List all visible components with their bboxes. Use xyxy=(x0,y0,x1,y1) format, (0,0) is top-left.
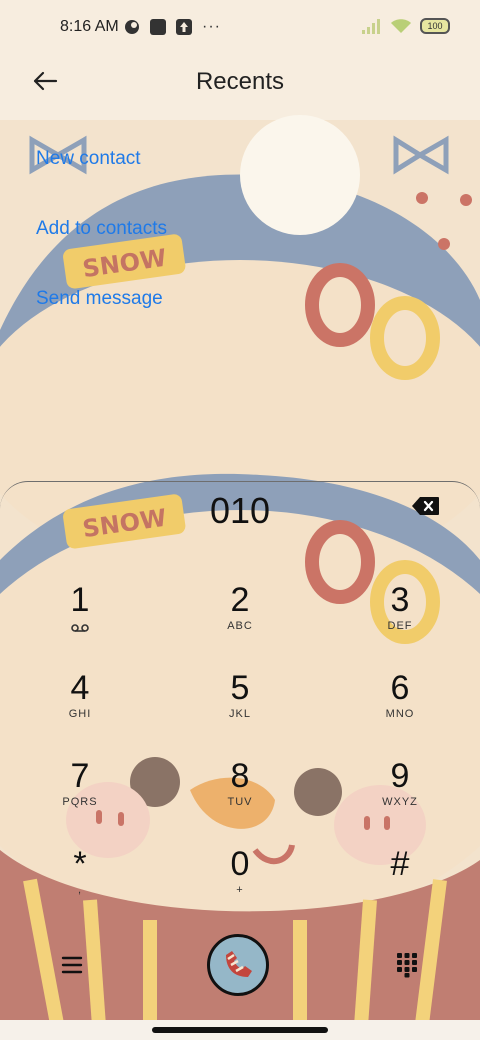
menu-icon xyxy=(61,956,83,974)
wifi-icon xyxy=(391,19,411,33)
key-1-digit: 1 xyxy=(70,581,90,619)
key-3-digit: 3 xyxy=(390,581,410,619)
key-0[interactable]: 0 + xyxy=(180,844,300,924)
key-8-digit: 8 xyxy=(230,757,250,795)
key-8-letters: TUV xyxy=(227,796,253,808)
more-notifications-icon: ··· xyxy=(202,18,221,35)
voicemail-icon xyxy=(71,624,89,632)
dialed-number: 010 xyxy=(209,490,271,531)
status-time: 8:16 AM xyxy=(60,18,119,35)
key-4-digit: 4 xyxy=(70,669,90,707)
key-0-letters: + xyxy=(236,884,244,896)
key-3-letters: DEF xyxy=(387,620,413,632)
key-hash[interactable]: # xyxy=(340,844,460,924)
key-0-digit: 0 xyxy=(230,845,250,883)
contact-actions: New contact Add to contacts Send message xyxy=(36,148,167,358)
key-2-letters: ABC xyxy=(227,620,253,632)
send-message-link[interactable]: Send message xyxy=(36,288,167,310)
key-6-digit: 6 xyxy=(390,669,410,707)
key-2-digit: 2 xyxy=(230,581,250,619)
keypad-toggle-button[interactable] xyxy=(396,952,418,978)
call-icon xyxy=(226,951,252,977)
key-2[interactable]: 2 ABC xyxy=(180,580,300,660)
backspace-button[interactable] xyxy=(412,496,440,516)
battery-icon: 100 xyxy=(420,18,450,34)
notification-icon xyxy=(150,19,166,35)
key-8[interactable]: 8 TUV xyxy=(180,756,300,836)
add-to-contacts-link[interactable]: Add to contacts xyxy=(36,218,167,240)
key-5[interactable]: 5 JKL xyxy=(180,668,300,748)
menu-button[interactable] xyxy=(60,954,84,976)
status-bar: 8:16 AM ··· 100 xyxy=(0,0,480,56)
call-button[interactable] xyxy=(207,934,269,996)
key-6[interactable]: 6 MNO xyxy=(340,668,460,748)
key-star-digit: * xyxy=(73,845,87,883)
page-title: Recents xyxy=(195,68,285,95)
key-3[interactable]: 3 DEF xyxy=(340,580,460,660)
key-star[interactable]: * , xyxy=(20,844,140,924)
key-9[interactable]: 9 WXYZ xyxy=(340,756,460,836)
key-4-letters: GHI xyxy=(68,708,92,720)
key-5-letters: JKL xyxy=(229,708,251,720)
upload-icon xyxy=(176,19,192,35)
bottom-bar xyxy=(0,930,480,1000)
home-indicator[interactable] xyxy=(152,1027,328,1033)
key-7-digit: 7 xyxy=(70,757,90,795)
key-1[interactable]: 1 xyxy=(20,580,140,660)
key-6-letters: MNO xyxy=(385,708,415,720)
key-hash-digit: # xyxy=(390,845,410,883)
vpn-icon xyxy=(125,20,139,34)
key-9-letters: WXYZ xyxy=(382,796,418,808)
key-4[interactable]: 4 GHI xyxy=(20,668,140,748)
app-header: Recents xyxy=(0,56,480,112)
keypad-icon xyxy=(397,953,417,978)
key-star-letters: , xyxy=(77,884,83,896)
key-5-digit: 5 xyxy=(230,669,250,707)
status-icons-left: ··· xyxy=(124,18,221,36)
backspace-icon xyxy=(412,497,439,515)
new-contact-link[interactable]: New contact xyxy=(36,148,167,170)
status-icons-right: 100 xyxy=(362,18,450,34)
key-7[interactable]: 7 PQRS xyxy=(20,756,140,836)
key-7-letters: PQRS xyxy=(62,796,98,808)
signal-icon xyxy=(362,19,380,34)
key-9-digit: 9 xyxy=(390,757,410,795)
